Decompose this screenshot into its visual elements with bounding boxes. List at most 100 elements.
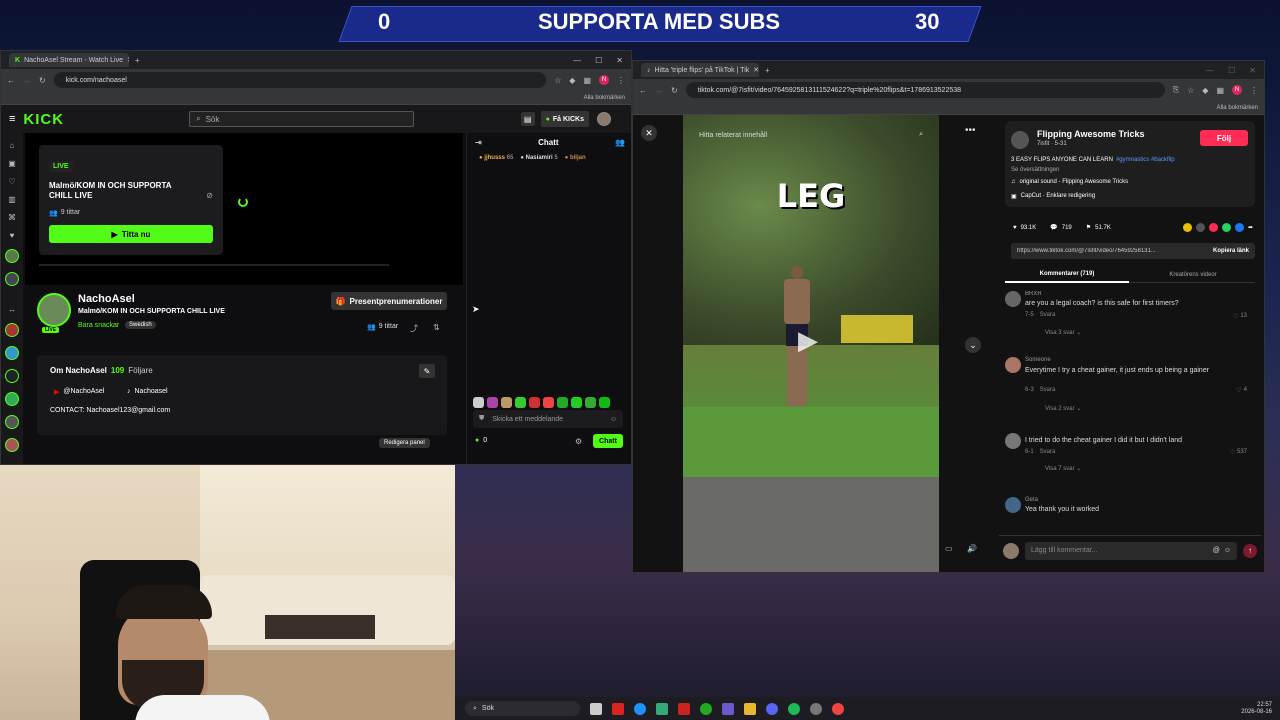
commenter-name[interactable]: Someone: [1025, 357, 1051, 363]
reload-icon[interactable]: ↻: [671, 86, 678, 95]
author-avatar[interactable]: [1011, 131, 1029, 149]
tiktok-browser-tab[interactable]: ♪ Hitta 'triple flips' på TikTok | Tik ✕: [641, 63, 759, 77]
maximize-icon[interactable]: ☐: [595, 56, 602, 65]
reply-button[interactable]: Svara: [1040, 312, 1056, 318]
tiktok-link[interactable]: ♪ Nachoasel: [127, 388, 168, 395]
emote-icon[interactable]: [571, 397, 582, 408]
translate-icon[interactable]: ⎘: [1173, 85, 1179, 95]
favorites-icon[interactable]: ♥: [10, 231, 15, 240]
video-player[interactable]: LIVE Malmö/KOM IN OCH SUPPORTA CHILL LIV…: [25, 133, 463, 285]
capcut-link[interactable]: ▣ CapCut · Enklare redigering: [1011, 193, 1095, 200]
emote-icon[interactable]: [501, 397, 512, 408]
kick-url-field[interactable]: kick.com/nachoasel: [53, 72, 547, 88]
progress-bar[interactable]: [39, 264, 389, 266]
emoji-icon[interactable]: ☺: [1224, 547, 1231, 554]
app-red-icon[interactable]: [678, 702, 690, 715]
maximize-icon[interactable]: ☐: [1228, 66, 1235, 75]
next-video-icon[interactable]: ⌄: [965, 337, 981, 353]
comment-likes[interactable]: ♡ 537: [1230, 449, 1247, 456]
reply-button[interactable]: Svara: [1040, 449, 1056, 455]
view-replies[interactable]: Visa 2 svar ⌄: [1045, 405, 1081, 412]
copy-link-button[interactable]: Kopiera länk: [1207, 248, 1255, 254]
play-icon[interactable]: ▶: [798, 325, 818, 356]
extension-icon[interactable]: ◆: [569, 76, 575, 85]
forward-icon[interactable]: →: [655, 86, 663, 95]
youtube-link[interactable]: ▶ @NachoAsel: [54, 388, 104, 396]
gift-share-icon[interactable]: [1182, 223, 1192, 232]
close-window-icon[interactable]: ✕: [616, 56, 623, 65]
recommended-channel-avatar[interactable]: [5, 346, 19, 360]
discord-icon[interactable]: [766, 702, 778, 715]
back-icon[interactable]: ←: [639, 86, 647, 95]
send-chat-button[interactable]: Chatt: [593, 434, 623, 448]
close-tab-icon[interactable]: ✕: [753, 66, 759, 74]
streamer-avatar[interactable]: [37, 293, 71, 327]
commenter-avatar[interactable]: [1005, 291, 1021, 307]
gifter-2[interactable]: ● Nasiamiri 5: [520, 155, 557, 161]
see-translation-link[interactable]: Se översättningen: [1011, 167, 1059, 173]
profile-icon[interactable]: N: [1232, 85, 1242, 95]
puzzle-icon[interactable]: ▦: [1216, 86, 1224, 95]
followed-channel-avatar[interactable]: [5, 249, 19, 263]
edge-icon[interactable]: [634, 702, 646, 715]
chrome-icon[interactable]: [832, 702, 844, 715]
browse-icon[interactable]: ▣: [8, 159, 16, 168]
obs-icon[interactable]: [810, 702, 822, 715]
like-icon[interactable]: ♥: [1013, 225, 1017, 231]
author-name[interactable]: Flipping Awesome Tricks: [1037, 129, 1145, 139]
commenter-avatar[interactable]: [1005, 497, 1021, 513]
gift-subs-button[interactable]: 🎁 Presentprenumerationer: [331, 292, 447, 310]
close-window-icon[interactable]: ✕: [1249, 66, 1256, 75]
pip-icon[interactable]: ▭: [945, 544, 953, 553]
minimize-icon[interactable]: —: [573, 56, 581, 65]
store-icon[interactable]: [656, 702, 668, 715]
recommended-channel-avatar[interactable]: [5, 392, 19, 406]
all-bookmarks-label[interactable]: Alla bokmärken: [584, 95, 625, 101]
collapse-icon[interactable]: ↔: [8, 305, 16, 314]
emote-icon[interactable]: [515, 397, 526, 408]
view-replies[interactable]: Visa 3 svar ⌄: [1045, 329, 1081, 336]
teams-icon[interactable]: [722, 702, 734, 715]
menu-dots-icon[interactable]: ⋮: [617, 76, 625, 85]
share-icon[interactable]: ⤴: [410, 323, 418, 334]
sound-link[interactable]: ♫ original sound - Flipping Awesome Trick…: [1011, 179, 1128, 185]
view-replies[interactable]: Visa 7 svar ⌄: [1045, 465, 1081, 472]
emote-icon[interactable]: [487, 397, 498, 408]
tiktok-url-field[interactable]: tiktok.com/@7isfit/video/764592581311152…: [685, 82, 1165, 98]
bookmark-star-icon[interactable]: ☆: [554, 76, 561, 85]
hashtags[interactable]: #gymnastics #backflip: [1116, 157, 1175, 163]
category-link[interactable]: Bara snackar: [78, 322, 119, 329]
kick-logo[interactable]: KICK: [23, 111, 64, 128]
whatsapp-icon[interactable]: [1221, 223, 1231, 232]
file-explorer-icon[interactable]: [744, 702, 756, 715]
tab-comments[interactable]: Kommentarer (719): [1005, 267, 1129, 283]
puzzle-icon[interactable]: ▦: [583, 76, 591, 85]
profile-icon[interactable]: N: [599, 75, 609, 85]
tab-creator-videos[interactable]: Kreatörens videor: [1131, 267, 1255, 283]
recommended-channel-avatar[interactable]: [5, 438, 19, 452]
taskbar-clock[interactable]: 22:57 2026-08-16: [1241, 702, 1272, 716]
home-icon[interactable]: ⌂: [10, 141, 15, 150]
hamburger-menu-icon[interactable]: ≡: [9, 113, 15, 125]
extension-icon[interactable]: ◆: [1202, 86, 1208, 95]
options-icon[interactable]: ⇅: [433, 323, 440, 332]
comment-likes[interactable]: ♡ 13: [1233, 313, 1247, 320]
forward-icon[interactable]: →: [23, 76, 31, 85]
recommended-channel-avatar[interactable]: [5, 369, 19, 383]
store-icon[interactable]: ⌘: [8, 213, 16, 222]
commenter-avatar[interactable]: [1005, 357, 1021, 373]
taskbar-search[interactable]: ⌕ Sök: [465, 701, 580, 716]
chat-input[interactable]: ⛊ Skicka ett meddelande ☺: [473, 410, 623, 428]
chat-settings-icon[interactable]: ⚙: [575, 437, 582, 446]
back-icon[interactable]: ←: [7, 76, 15, 85]
collapse-chat-icon[interactable]: ⇥: [475, 138, 482, 147]
close-tab-icon[interactable]: ✕: [127, 56, 129, 64]
emote-icon[interactable]: [473, 397, 484, 408]
emote-icon[interactable]: [585, 397, 596, 408]
close-video-icon[interactable]: ✕: [641, 125, 657, 141]
commenter-name[interactable]: Geta: [1025, 497, 1038, 503]
related-search[interactable]: Hitta relaterat innehåll ⌕: [683, 127, 939, 143]
recommended-channel-avatar[interactable]: [5, 323, 19, 337]
emote-icon[interactable]: [543, 397, 554, 408]
get-kicks-button[interactable]: ● Få KICKs: [540, 111, 589, 127]
